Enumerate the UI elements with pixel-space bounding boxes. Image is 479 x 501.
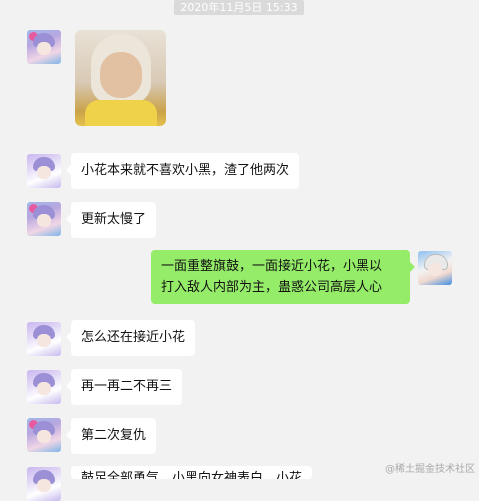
message-text: 小花本来就不喜欢小黑，渣了他两次 xyxy=(81,163,290,178)
face-shape xyxy=(37,166,51,179)
avatar[interactable] xyxy=(27,202,61,236)
message-bubble[interactable]: 鼓足全部勇气，小黑向女神表白，小花 xyxy=(71,466,313,479)
avatar[interactable] xyxy=(27,418,61,452)
message-bubble[interactable]: 再一再二不再三 xyxy=(65,369,183,405)
message-text: 更新太慢了 xyxy=(81,212,147,227)
avatar[interactable] xyxy=(27,370,61,404)
avatar[interactable] xyxy=(27,467,61,501)
message-image[interactable] xyxy=(75,30,166,126)
message-text-line1: 一面重整旗鼓，一面接近小花，小黑以 xyxy=(161,259,383,274)
message-bubble[interactable]: 第二次复仇 xyxy=(65,418,157,454)
photo-face-shape xyxy=(100,52,142,98)
message-text: 第二次复仇 xyxy=(81,428,147,443)
face-shape xyxy=(37,214,51,227)
message-bubble[interactable]: 怎么还在接近小花 xyxy=(65,320,196,356)
avatar[interactable] xyxy=(27,30,61,64)
timestamp: 2020年11月5日 15:33 xyxy=(174,0,304,15)
message-bubble[interactable]: 更新太慢了 xyxy=(65,202,157,238)
face-shape xyxy=(37,382,51,395)
face-shape xyxy=(37,42,51,55)
message-text: 鼓足全部勇气，小黑向女神表白，小花 xyxy=(81,471,303,479)
message-text-line2: 打入敌人内部为主，蛊惑公司高层人心 xyxy=(161,280,383,295)
avatar[interactable] xyxy=(27,154,61,188)
face-shape xyxy=(37,479,51,492)
message-text: 怎么还在接近小花 xyxy=(81,330,186,345)
face-shape xyxy=(428,263,442,276)
message-bubble-own[interactable]: 一面重整旗鼓，一面接近小花，小黑以 打入敌人内部为主，蛊惑公司高层人心 xyxy=(151,250,415,304)
avatar[interactable] xyxy=(27,322,61,356)
face-shape xyxy=(37,334,51,347)
photo-body-shape xyxy=(85,100,157,126)
watermark: @稀土掘金技术社区 xyxy=(385,464,475,475)
face-shape xyxy=(37,430,51,443)
avatar-self[interactable] xyxy=(418,251,452,285)
message-text: 再一再二不再三 xyxy=(81,379,173,394)
message-bubble[interactable]: 小花本来就不喜欢小黑，渣了他两次 xyxy=(65,153,300,189)
